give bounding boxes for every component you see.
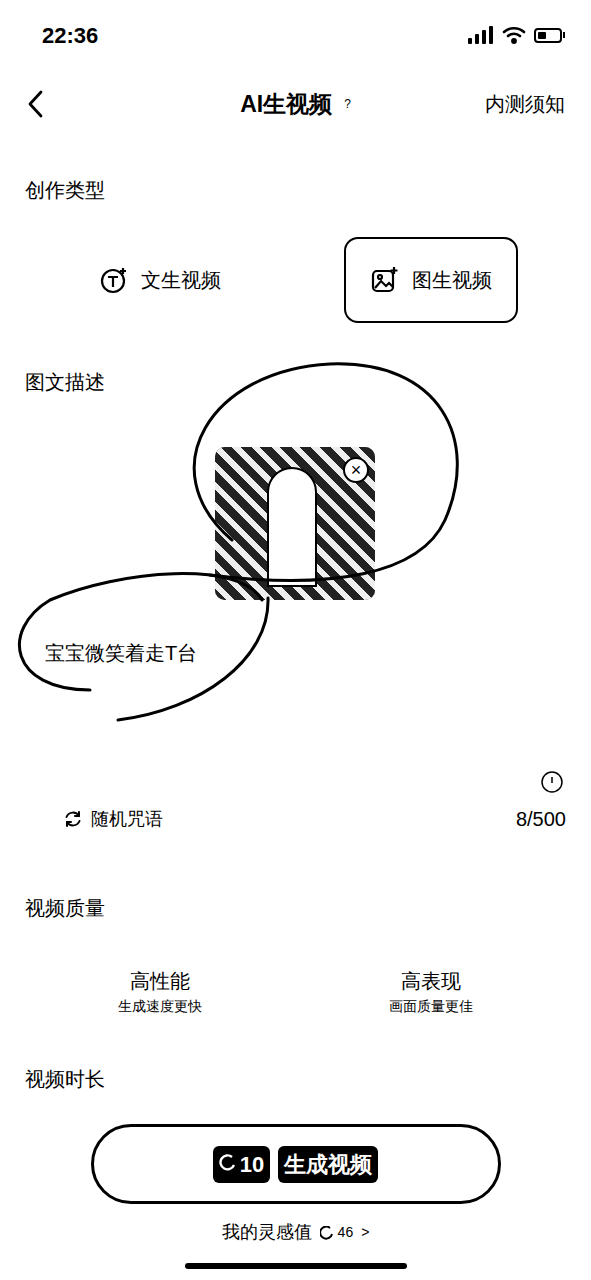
text-video-icon bbox=[99, 265, 129, 295]
quality-option[interactable]: 高表现画面质量更佳 bbox=[296, 968, 567, 1016]
battery-fill bbox=[538, 32, 546, 39]
remove-image-button[interactable]: × bbox=[343, 457, 369, 483]
quality-option[interactable]: 高性能生成速度更快 bbox=[25, 968, 296, 1016]
clear-icon[interactable] bbox=[540, 770, 564, 794]
quality-options: 高性能生成速度更快高表现画面质量更佳 bbox=[25, 968, 566, 1016]
quality-option-subtitle: 生成速度更快 bbox=[118, 996, 202, 1016]
signal-icon bbox=[468, 26, 494, 44]
battery-icon bbox=[534, 28, 565, 43]
home-indicator bbox=[185, 1263, 407, 1269]
quality-label: 视频质量 bbox=[25, 894, 566, 922]
status-time: 22:36 bbox=[42, 19, 98, 52]
description-label: 图文描述 bbox=[25, 368, 566, 396]
generate-cost: 10 bbox=[240, 1148, 264, 1181]
image-subject bbox=[267, 467, 317, 587]
random-spell-label: 随机咒语 bbox=[91, 806, 163, 833]
image-video-icon bbox=[370, 265, 400, 295]
quality-option-title: 高表现 bbox=[401, 968, 461, 994]
help-mark[interactable]: ? bbox=[344, 95, 351, 113]
nav-bar: AI生视频? 内测须知 bbox=[0, 70, 591, 138]
quality-option-subtitle: 画面质量更佳 bbox=[389, 996, 473, 1016]
notice-link[interactable]: 内测须知 bbox=[485, 89, 565, 119]
duration-label: 视频时长 bbox=[25, 1065, 566, 1093]
inspiration-chevron: > bbox=[361, 1222, 369, 1243]
creation-tabs: 文生视频 图生视频 bbox=[25, 237, 566, 323]
refresh-icon bbox=[63, 809, 83, 829]
creation-tab-label: 文生视频 bbox=[141, 265, 221, 295]
creation-tab[interactable]: 文生视频 bbox=[25, 237, 296, 323]
generate-label: 生成视频 bbox=[278, 1146, 378, 1183]
inspiration-icon bbox=[320, 1226, 334, 1240]
uploaded-image[interactable]: × bbox=[215, 447, 375, 600]
inspiration-row[interactable]: 我的灵感值 46 > bbox=[222, 1219, 370, 1246]
creation-tab[interactable]: 图生视频 bbox=[296, 237, 567, 323]
annotation-circles-icon bbox=[0, 0, 591, 1280]
back-icon[interactable] bbox=[26, 89, 46, 119]
inspiration-coin-icon bbox=[219, 1154, 237, 1174]
prompt-text[interactable]: 宝宝微笑着走T台 bbox=[25, 640, 566, 666]
char-count: 8/500 bbox=[516, 804, 566, 834]
generate-button[interactable]: 10 生成视频 bbox=[91, 1124, 501, 1204]
page-title: AI生视频 bbox=[240, 87, 332, 122]
inspiration-label: 我的灵感值 bbox=[222, 1219, 312, 1246]
quality-option-title: 高性能 bbox=[130, 968, 190, 994]
random-spell-button[interactable]: 随机咒语 bbox=[63, 806, 163, 833]
prompt-footer: 随机咒语 8/500 bbox=[25, 804, 566, 834]
inspiration-value: 46 bbox=[338, 1222, 354, 1243]
app-screen: 22:36 AI生视频? 内测须知创作类型文生视频 图生视频图文描述 × 宝宝微笑着走T台… bbox=[0, 0, 591, 1280]
status-bar: 22:36 bbox=[0, 0, 591, 70]
wifi-icon bbox=[502, 26, 526, 44]
status-icons bbox=[468, 26, 565, 44]
creation-tab-label: 图生视频 bbox=[412, 265, 492, 295]
creation-type-label: 创作类型 bbox=[25, 176, 566, 204]
